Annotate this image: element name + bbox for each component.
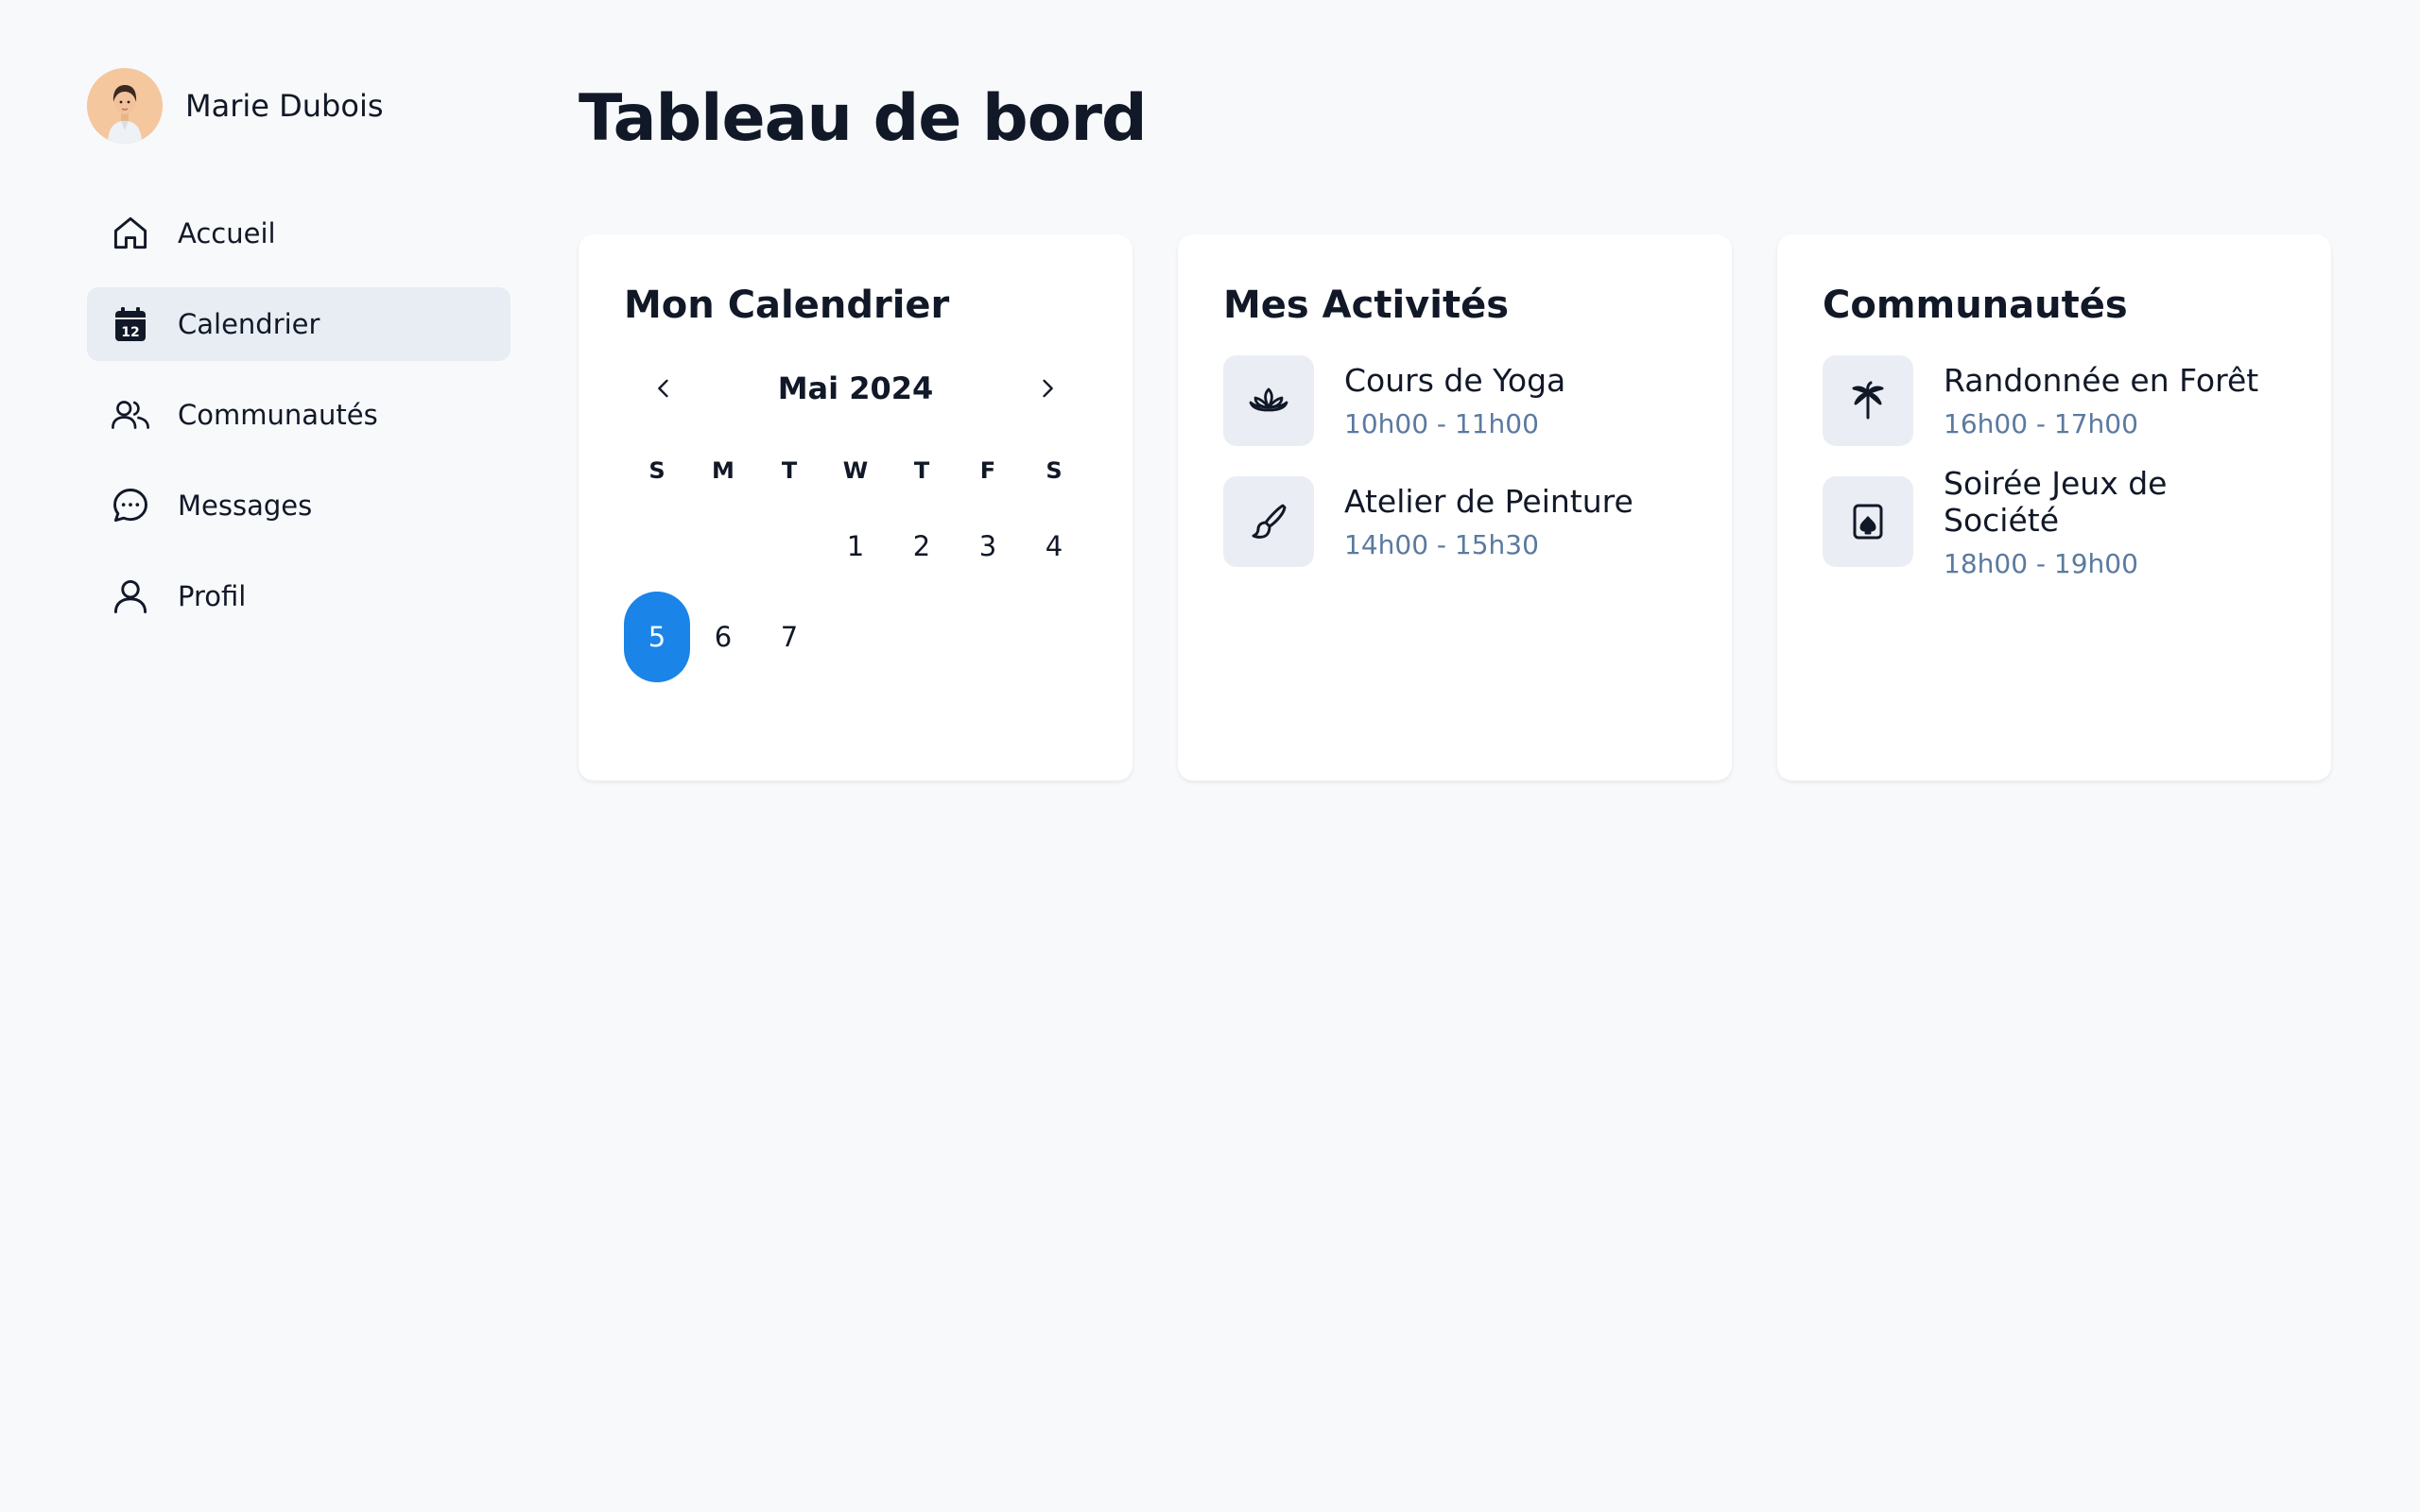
calendar-day[interactable]: 1 <box>822 501 889 592</box>
sidebar-item-label: Profil <box>178 580 247 612</box>
communities-card: Communautés Randonnée en Forêt 16h00 - 1… <box>1777 234 2331 781</box>
activity-time: 14h00 - 15h30 <box>1344 529 1539 560</box>
sidebar-item-messages[interactable]: Messages <box>87 469 510 542</box>
calendar-day-empty <box>690 501 756 592</box>
chat-icon <box>110 485 151 526</box>
lotus-icon <box>1223 355 1314 446</box>
card-title: Communautés <box>1823 284 2128 327</box>
calendar-day[interactable]: 6 <box>690 592 756 682</box>
activity-name: Cours de Yoga <box>1344 362 1566 399</box>
sidebar-item-communautes[interactable]: Communautés <box>87 378 510 452</box>
user-profile[interactable]: Marie Dubois <box>87 68 510 144</box>
sidebar-item-profil[interactable]: Profil <box>87 559 510 633</box>
users-icon <box>110 394 151 436</box>
person-icon <box>110 576 151 617</box>
user-name: Marie Dubois <box>185 88 384 124</box>
page-title: Tableau de bord <box>579 81 1148 156</box>
calendar-day-empty <box>624 501 690 592</box>
sidebar-item-label: Calendrier <box>178 308 320 340</box>
weekday-label: S <box>648 457 666 484</box>
calendar-icon: 12 <box>110 303 151 345</box>
weekday-label: W <box>842 457 869 484</box>
sidebar-item-label: Accueil <box>178 217 276 249</box>
list-item[interactable]: Cours de Yoga 10h00 - 11h00 <box>1223 355 1686 446</box>
activity-name: Atelier de Peinture <box>1344 483 1634 520</box>
calendar-day[interactable]: 4 <box>1021 501 1087 592</box>
paintbrush-icon <box>1223 476 1314 567</box>
calendar-day[interactable]: 3 <box>955 501 1021 592</box>
list-item[interactable]: Randonnée en Forêt 16h00 - 17h00 <box>1823 355 2286 446</box>
calendar-day-selected[interactable]: 5 <box>624 592 690 682</box>
card-game-icon <box>1823 476 1913 567</box>
weekday-label: T <box>781 457 798 484</box>
avatar[interactable] <box>87 68 163 144</box>
sidebar-item-label: Messages <box>178 490 313 522</box>
calendar-icon-badge: 12 <box>121 325 139 340</box>
calendar-day[interactable]: 2 <box>889 501 955 592</box>
calendar-day-empty <box>756 501 822 592</box>
calendar-month: Mai 2024 <box>777 370 934 406</box>
palm-tree-icon <box>1823 355 1913 446</box>
weekday-label: S <box>1046 457 1063 484</box>
chevron-right-icon[interactable] <box>1028 369 1066 407</box>
activities-card: Mes Activités Cours de Yoga 10h00 - 11h0… <box>1178 234 1732 781</box>
chevron-left-icon[interactable] <box>645 369 683 407</box>
activity-list: Cours de Yoga 10h00 - 11h00 Atelier de P… <box>1223 355 1686 567</box>
sidebar-nav: Accueil 12 Calendrier Communautés Messag… <box>87 197 510 633</box>
community-name: Randonnée en Forêt <box>1944 362 2259 399</box>
calendar-card: Mon Calendrier Mai 2024 S M T W T F S 1 … <box>579 234 1132 781</box>
sidebar: Marie Dubois Accueil 12 Calendrier Commu… <box>87 68 510 650</box>
sidebar-item-label: Communautés <box>178 399 378 431</box>
activity-time: 10h00 - 11h00 <box>1344 408 1539 439</box>
weekday-label: T <box>913 457 930 484</box>
community-name: Soirée Jeux de Société <box>1944 464 2168 539</box>
weekday-label: F <box>979 457 996 484</box>
sidebar-item-calendrier[interactable]: 12 Calendrier <box>87 287 510 361</box>
community-time: 16h00 - 17h00 <box>1944 408 2138 439</box>
home-icon <box>110 213 151 254</box>
calendar-header: Mai 2024 <box>624 365 1087 412</box>
community-time: 18h00 - 19h00 <box>1944 547 2138 579</box>
list-item[interactable]: Soirée Jeux de Société 18h00 - 19h00 <box>1823 465 2286 579</box>
list-item[interactable]: Atelier de Peinture 14h00 - 15h30 <box>1223 476 1686 567</box>
card-title: Mes Activités <box>1223 284 1510 327</box>
card-title: Mon Calendrier <box>624 284 950 327</box>
weekday-label: M <box>712 457 735 484</box>
calendar-day[interactable]: 7 <box>756 592 822 682</box>
sidebar-item-accueil[interactable]: Accueil <box>87 197 510 270</box>
calendar-days: 1 2 3 4 5 6 7 <box>624 501 1087 682</box>
community-list: Randonnée en Forêt 16h00 - 17h00 Soirée … <box>1823 355 2286 579</box>
selected-day-label: 5 <box>624 592 690 682</box>
calendar-weekdays: S M T W T F S <box>624 450 1087 491</box>
